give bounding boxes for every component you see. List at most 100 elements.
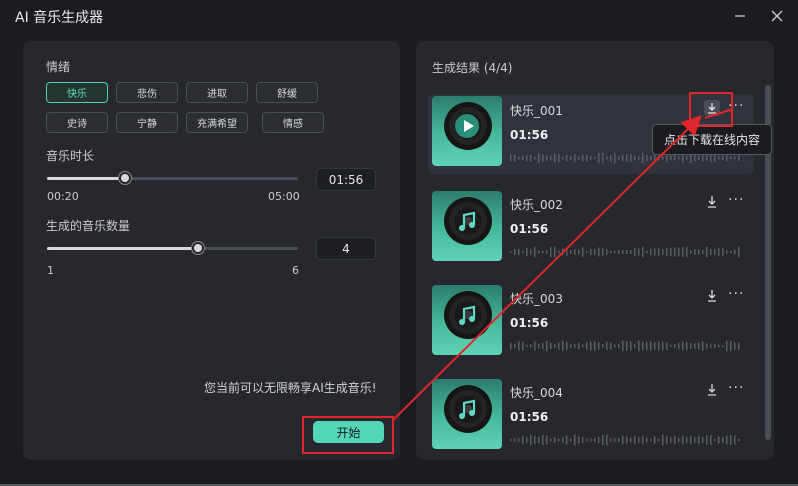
title-bar: AI 音乐生成器 xyxy=(0,0,798,34)
waveform-bar xyxy=(534,246,536,258)
duration-slider-thumb[interactable] xyxy=(118,172,131,184)
waveform-bar xyxy=(630,341,632,351)
waveform-bar xyxy=(610,342,612,350)
track-card[interactable]: 快乐_004 01:56 ··· xyxy=(428,376,754,456)
waveform-bar xyxy=(522,341,524,351)
waveform-bar xyxy=(578,343,580,349)
mood-epic-button[interactable]: 史诗 xyxy=(46,112,108,133)
waveform-bar xyxy=(582,154,584,162)
waveform-bar xyxy=(734,156,736,160)
waveform-bar xyxy=(518,341,520,351)
waveform-bar xyxy=(658,155,660,161)
mood-aggressive-button[interactable]: 进取 xyxy=(186,82,248,103)
waveform-bar xyxy=(718,248,720,256)
waveform-bar xyxy=(722,155,724,161)
unlimited-note: 您当前可以无限畅享AI生成音乐! xyxy=(204,381,377,395)
track-cover xyxy=(432,285,502,355)
waveform-bar xyxy=(622,250,624,254)
music-note-icon xyxy=(459,399,476,419)
mood-happy-button[interactable]: 快乐 xyxy=(46,82,108,103)
waveform-bar xyxy=(546,155,548,161)
track-name: 快乐_003 xyxy=(510,292,563,306)
download-icon[interactable] xyxy=(704,382,720,398)
waveform-bar xyxy=(682,341,684,351)
mood-calm-button[interactable]: 宁静 xyxy=(116,112,178,133)
waveform-bar xyxy=(646,341,648,351)
waveform-bar xyxy=(658,248,660,256)
waveform-bar xyxy=(722,437,724,443)
track-name: 快乐_002 xyxy=(510,198,563,212)
waveform-bar xyxy=(650,438,652,442)
waveform-bar xyxy=(714,154,716,162)
waveform-bar xyxy=(734,342,736,350)
waveform-bar xyxy=(634,155,636,161)
waveform-bar xyxy=(542,250,544,254)
waveform-bar xyxy=(730,340,732,352)
mood-soothing-button[interactable]: 舒缓 xyxy=(256,82,318,103)
waveform-bar xyxy=(738,155,740,161)
track-duration: 01:56 xyxy=(510,222,549,236)
waveform-bar xyxy=(622,340,624,352)
waveform-bar xyxy=(570,250,572,254)
track-card[interactable]: 快乐_003 01:56 ··· xyxy=(428,282,754,362)
count-slider-thumb[interactable] xyxy=(191,242,204,254)
waveform-bar xyxy=(666,436,668,444)
more-options-icon[interactable]: ··· xyxy=(728,380,744,396)
waveform-bar xyxy=(686,437,688,443)
waveform-bar xyxy=(602,248,604,256)
mood-hopeful-button[interactable]: 充满希望 xyxy=(186,112,248,133)
track-name: 快乐_001 xyxy=(510,104,563,118)
waveform-bar xyxy=(566,154,568,162)
duration-value-field[interactable]: 01:56 xyxy=(316,168,376,191)
waveform-bar xyxy=(702,341,704,351)
waveform-bar xyxy=(722,248,724,256)
minimize-button[interactable] xyxy=(727,5,753,27)
waveform-bar xyxy=(538,343,540,349)
waveform-bar xyxy=(618,250,620,254)
waveform-bar xyxy=(734,249,736,255)
download-icon[interactable] xyxy=(704,194,720,210)
waveform-bar xyxy=(570,438,572,442)
waveform-bar xyxy=(738,246,740,258)
close-button[interactable] xyxy=(764,5,790,27)
waveform-bar xyxy=(626,154,628,162)
waveform-bar xyxy=(510,250,512,254)
waveform-bar xyxy=(710,344,712,348)
waveform-bar xyxy=(642,152,644,164)
waveform-bar xyxy=(598,342,600,350)
annotation-box-start xyxy=(302,416,394,454)
track-card[interactable]: 快乐_002 01:56 ··· xyxy=(428,188,754,268)
waveform-bar xyxy=(638,340,640,352)
waveform-bar xyxy=(594,156,596,160)
waveform-bar xyxy=(694,343,696,349)
duration-slider[interactable] xyxy=(47,177,298,180)
waveform-bar xyxy=(690,343,692,349)
waveform-bar xyxy=(622,435,624,445)
more-options-icon[interactable]: ··· xyxy=(728,286,744,302)
track-cover xyxy=(432,96,502,166)
music-note-icon xyxy=(459,305,476,325)
count-value-field[interactable]: 4 xyxy=(316,237,376,260)
waveform-bar xyxy=(714,249,716,255)
count-slider[interactable] xyxy=(47,247,298,250)
mood-emotional-button[interactable]: 情感 xyxy=(262,112,324,133)
waveform-bar xyxy=(706,247,708,257)
more-options-icon[interactable]: ··· xyxy=(728,192,744,208)
waveform-bar xyxy=(558,154,560,162)
waveform-bar xyxy=(622,155,624,161)
download-icon[interactable] xyxy=(704,288,720,304)
waveform-bar xyxy=(634,436,636,444)
track-cover xyxy=(432,191,502,261)
waveform-bar xyxy=(626,436,628,444)
waveform-bar xyxy=(518,156,520,160)
waveform-bar xyxy=(634,344,636,348)
track-cover xyxy=(432,379,502,449)
waveform-bar xyxy=(578,436,580,444)
waveform-bar xyxy=(630,437,632,443)
waveform-bar xyxy=(546,250,548,254)
waveform-bar xyxy=(614,344,616,348)
mood-sad-button[interactable]: 悲伤 xyxy=(116,82,178,103)
waveform-bar xyxy=(730,250,732,254)
waveform-bar xyxy=(654,154,656,162)
waveform-bar xyxy=(610,438,612,442)
